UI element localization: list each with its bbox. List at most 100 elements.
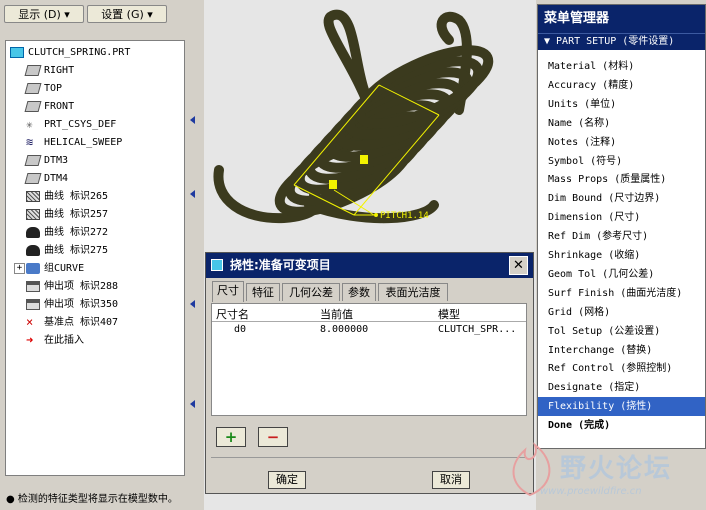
collapse-arrow-icon[interactable] xyxy=(190,116,195,124)
column-header-model: 模型 xyxy=(438,308,460,321)
tree-item[interactable]: FRONT xyxy=(24,99,74,115)
tree-item-label: 基准点 标识407 xyxy=(44,317,119,328)
protrusion-icon xyxy=(26,298,40,310)
menu-item[interactable]: Symbol (符号) xyxy=(538,152,705,171)
variable-items-table: 尺寸名 当前值 模型 d0 8.000000 CLUTCH_SPR... xyxy=(211,303,527,416)
tab-dimension[interactable]: 尺寸 xyxy=(212,281,244,302)
tree-item-label: DTM4 xyxy=(44,173,69,184)
tree-item[interactable]: ✳ PRT_CSYS_DEF xyxy=(26,117,116,133)
model-tree-panel: 显示 (D) ▾ 设置 (G) ▾ CLUTCH_SPRING.PRT RIGHT… xyxy=(0,0,200,510)
menu-item[interactable]: Grid (网格) xyxy=(538,303,705,322)
tree-item[interactable]: 曲线 标识272 xyxy=(26,225,108,241)
ok-button[interactable]: 确定 xyxy=(268,471,306,489)
menu-item[interactable]: Notes (注释) xyxy=(538,133,705,152)
menu-item[interactable]: Name (名称) xyxy=(538,114,705,133)
dimension-marker xyxy=(329,180,337,189)
status-message: ● 检测的特征类型将显示在模型数中。 xyxy=(6,494,178,505)
table-cell-model[interactable]: CLUTCH_SPR... xyxy=(438,324,516,335)
datum-plane-icon xyxy=(24,154,42,166)
dimension-marker xyxy=(360,155,368,164)
tree-item-label: 曲线 标识257 xyxy=(44,209,109,220)
part-icon xyxy=(10,46,24,58)
tree-item[interactable]: 伸出项 标识350 xyxy=(26,297,118,313)
tree-root-item[interactable]: CLUTCH_SPRING.PRT xyxy=(10,45,130,61)
tree-item[interactable]: TOP xyxy=(24,81,63,97)
menu-item[interactable]: Accuracy (精度) xyxy=(538,76,705,95)
tree-item[interactable]: 曲线 标识257 xyxy=(26,207,108,223)
menu-item[interactable]: Dim Bound (尺寸边界) xyxy=(538,189,705,208)
menu-manager-title: 菜单管理器 xyxy=(538,5,705,33)
part-setup-header[interactable]: ▼ PART SETUP (零件设置) xyxy=(538,33,705,50)
datum-plane-icon xyxy=(24,172,42,184)
tree-item[interactable]: DTM3 xyxy=(24,153,68,169)
spring-model: PITCH1.14 xyxy=(213,9,494,224)
curve-feature-icon xyxy=(26,190,40,202)
watermark-text: 野火论坛 xyxy=(560,454,673,484)
expand-icon[interactable]: + xyxy=(14,263,25,274)
tab-parameter[interactable]: 参数 xyxy=(342,283,376,301)
dialog-title-bar: 挠性:准备可变项目 ✕ xyxy=(206,253,533,278)
curve-feature-icon xyxy=(26,208,40,220)
tab-geom-tol[interactable]: 几何公差 xyxy=(282,283,340,301)
tree-item-label: PRT_CSYS_DEF xyxy=(44,119,117,130)
remove-item-button[interactable]: − xyxy=(258,427,288,447)
table-cell-value[interactable]: 8.000000 xyxy=(320,324,368,335)
tree-item-label: 曲线 标识272 xyxy=(44,227,109,238)
tree-item-label: 组CURVE xyxy=(44,263,85,274)
menu-item[interactable]: Interchange (替换) xyxy=(538,341,705,360)
cancel-button[interactable]: 取消 xyxy=(432,471,470,489)
add-item-button[interactable]: + xyxy=(216,427,246,447)
tree-item-label: 曲线 标识275 xyxy=(44,245,109,256)
menu-item[interactable]: Ref Dim (参考尺寸) xyxy=(538,227,705,246)
forum-watermark: 野火论坛 www.proewildfire.cn xyxy=(500,440,706,510)
tree-item-label: 伸出项 标识350 xyxy=(44,299,119,310)
menu-item[interactable]: Ref Control (参照控制) xyxy=(538,359,705,378)
tab-surface-finish[interactable]: 表面光洁度 xyxy=(378,283,448,301)
tree-item[interactable]: ➜ 在此插入 xyxy=(26,333,84,349)
tree-item[interactable]: 组CURVE + xyxy=(14,261,85,277)
tree-item[interactable]: 曲线 标识275 xyxy=(26,243,108,259)
menu-item[interactable]: Done (完成) xyxy=(538,416,705,435)
menu-item[interactable]: Designate (指定) xyxy=(538,378,705,397)
panel-splitter[interactable] xyxy=(186,0,204,490)
tree-item-label: 在此插入 xyxy=(44,335,84,346)
menu-item[interactable]: Mass Props (质量属性) xyxy=(538,170,705,189)
curve-dark-icon xyxy=(26,244,40,256)
column-header-value: 当前值 xyxy=(320,308,353,321)
collapse-arrow-icon[interactable] xyxy=(190,190,195,198)
tree-item[interactable]: 曲线 标识265 xyxy=(26,189,108,205)
menu-item[interactable]: Flexibility (挠性) xyxy=(538,397,705,417)
column-header-name: 尺寸名 xyxy=(216,308,249,321)
menu-item[interactable]: Material (材料) xyxy=(538,57,705,76)
tree-item-label: 曲线 标识265 xyxy=(44,191,109,202)
tree-item[interactable]: DTM4 xyxy=(24,171,69,187)
tree-item[interactable]: × 基准点 标识407 xyxy=(26,315,118,331)
menu-item[interactable]: Tol Setup (公差设置) xyxy=(538,322,705,341)
collapse-arrow-icon[interactable] xyxy=(190,300,195,308)
table-cell-name[interactable]: d0 xyxy=(234,324,246,335)
settings-menu-button[interactable]: 设置 (G) ▾ xyxy=(87,5,167,23)
display-menu-button[interactable]: 显示 (D) ▾ xyxy=(4,5,84,23)
tree-item-label: TOP xyxy=(44,83,63,94)
menu-item[interactable]: Geom Tol (几何公差) xyxy=(538,265,705,284)
menu-item[interactable]: Dimension (尺寸) xyxy=(538,208,705,227)
helical-sweep-icon: ≋ xyxy=(26,134,34,149)
tab-feature[interactable]: 特征 xyxy=(246,283,280,301)
datum-plane-icon xyxy=(24,82,42,94)
tree-item[interactable]: ≋ HELICAL_SWEEP xyxy=(26,135,122,151)
tree-item-label: RIGHT xyxy=(44,65,75,76)
model-tree: CLUTCH_SPRING.PRT RIGHT TOP FRONT ✳ PRT_CSYS_… xyxy=(5,40,185,476)
tree-item[interactable]: RIGHT xyxy=(24,63,75,79)
collapse-arrow-icon[interactable] xyxy=(190,400,195,408)
curve-dark-icon xyxy=(26,226,40,238)
datum-plane-icon xyxy=(24,64,42,76)
close-icon[interactable]: ✕ xyxy=(509,256,528,275)
menu-item[interactable]: Units (单位) xyxy=(538,95,705,114)
menu-item[interactable]: Shrinkage (收缩) xyxy=(538,246,705,265)
tree-item-label: 伸出项 标识288 xyxy=(44,281,119,292)
menu-item[interactable]: Surf Finish (曲面光洁度) xyxy=(538,284,705,303)
pitch-label: PITCH1.14 xyxy=(380,211,429,221)
tree-item[interactable]: 伸出项 标识288 xyxy=(26,279,118,295)
flexibility-dialog: 挠性:准备可变项目 ✕ 尺寸 特征 几何公差 参数 表面光洁度 尺寸名 当前值 … xyxy=(205,252,534,494)
tree-item-label: HELICAL_SWEEP xyxy=(44,137,123,148)
